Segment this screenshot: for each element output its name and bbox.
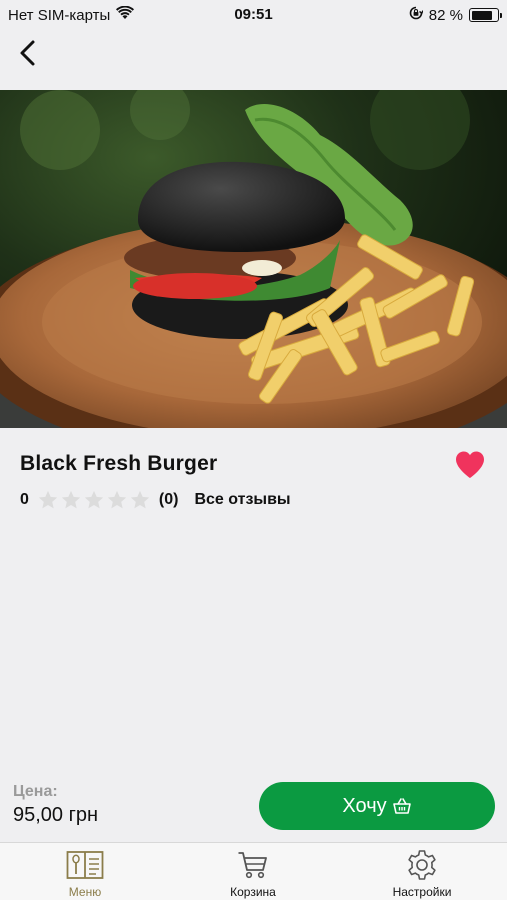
tab-bar: Меню Корзина Настройки (0, 842, 507, 900)
cart-icon (237, 849, 269, 881)
rating-count: (0) (158, 491, 179, 508)
tab-cart[interactable]: Корзина (198, 843, 308, 900)
star-icon (84, 490, 104, 509)
rating-value: 0 (20, 491, 29, 508)
rating-row: 0 (0) Все отзывы (20, 489, 291, 511)
star-icon (38, 490, 58, 509)
want-button-label: Хочу (342, 794, 387, 817)
battery-percent: 82 % (428, 6, 463, 24)
tab-settings-label: Настройки (392, 885, 452, 899)
status-bar: Нет SIM-карты 09:51 82 % (0, 0, 507, 28)
favorite-button[interactable] (454, 450, 486, 480)
price-label: Цена: (13, 783, 58, 800)
nav-bar (0, 28, 507, 90)
gear-icon (406, 849, 438, 881)
star-icon (107, 490, 127, 509)
product-image (0, 90, 507, 428)
heart-icon (456, 451, 484, 478)
status-right: 82 % (409, 6, 502, 24)
price-value: 95,00 грн (13, 804, 99, 826)
tab-settings[interactable]: Настройки (367, 843, 477, 900)
basket-icon (392, 798, 411, 814)
menu-book-icon (66, 849, 104, 881)
orientation-lock-icon (409, 6, 424, 24)
product-title: Black Fresh Burger (20, 452, 218, 475)
back-button[interactable] (12, 38, 42, 68)
star-icon (130, 490, 150, 509)
want-button[interactable]: Хочу (259, 782, 495, 830)
all-reviews-link[interactable]: Все отзывы (194, 491, 290, 509)
tab-menu-label: Меню (68, 885, 102, 899)
tab-cart-label: Корзина (230, 885, 276, 899)
battery-fill (471, 10, 492, 20)
star-icon (61, 490, 81, 509)
battery-icon (469, 8, 502, 22)
rating-stars (37, 489, 151, 511)
chevron-left-icon (20, 40, 35, 66)
tab-menu[interactable]: Меню (30, 843, 140, 900)
